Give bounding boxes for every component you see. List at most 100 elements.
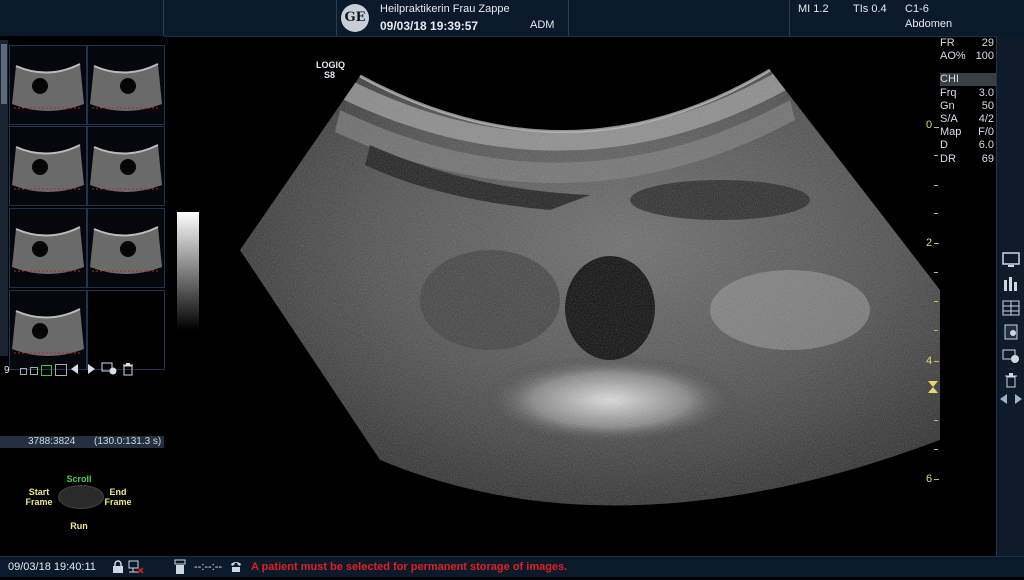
depth-scale: 0 2 4 6: [926, 115, 946, 495]
depth-tick: [934, 243, 939, 244]
clipboard-thumbnail[interactable]: [87, 208, 165, 288]
param-name: Frq: [940, 86, 957, 99]
param-value: 100: [975, 50, 994, 63]
ultrasound-image[interactable]: LOGIQ S8: [170, 40, 940, 520]
worksheet-icon[interactable]: [1002, 300, 1020, 316]
depth-tick: [934, 361, 939, 362]
next-page-icon[interactable]: [88, 364, 95, 374]
clipboard-thumbnail[interactable]: [9, 126, 87, 206]
mechanical-index: MI 1.2: [798, 3, 829, 15]
clipboard-thumbnail[interactable]: [87, 45, 165, 125]
depth-tick: [934, 330, 938, 331]
ge-logo: GE: [341, 4, 369, 32]
depth-tick: [934, 272, 938, 273]
trackball-function-map: Scroll Start Frame End Frame Run: [20, 470, 150, 531]
clipboard-empty-slot: [87, 290, 165, 370]
depth-label-2: 2: [926, 237, 933, 249]
layout-2x2-button[interactable]: [30, 367, 38, 375]
depth-tick: [934, 213, 938, 214]
param-value: 29: [981, 37, 994, 49]
usb-icon[interactable]: [173, 559, 187, 575]
lock-icon[interactable]: [112, 560, 124, 573]
network-disconnected-icon[interactable]: [128, 560, 144, 574]
clipboard-thumbnail[interactable]: [87, 126, 165, 206]
image-review-icon[interactable]: [101, 362, 117, 375]
thermal-index: TIs 0.4: [853, 3, 887, 15]
timer-display: --:--:--: [194, 561, 223, 573]
probe-name: C1-6: [905, 3, 929, 15]
layout-1x1-button[interactable]: [20, 368, 27, 375]
param-value: 4/2: [978, 113, 994, 125]
param-row-chi: CHI: [940, 73, 996, 87]
depth-tick: [934, 479, 939, 480]
previous-page-icon[interactable]: [71, 364, 78, 374]
report-icon[interactable]: [1002, 276, 1020, 292]
cine-progress: 3788:3824 (130.0:131.3 s): [0, 436, 164, 448]
param-name: AO%: [940, 50, 966, 63]
param-row-frq: Frq 3.0: [940, 87, 996, 100]
operator-id: ADM: [530, 19, 555, 31]
page-navigation-arrows-icon[interactable]: [999, 392, 1023, 408]
param-value: 50: [981, 99, 994, 112]
param-row-sa: S/A 4/2: [940, 113, 996, 126]
system-label-line2: S8: [324, 70, 336, 80]
trackball-right-label: End Frame: [104, 487, 132, 507]
trackball-top-label: Scroll: [66, 474, 92, 484]
top-status-bar: GE Heilpraktikerin Frau Zappe 09/03/18 1…: [0, 0, 1024, 37]
system-clock: 09/03/18 19:40:11: [8, 561, 96, 573]
param-name: CHI: [940, 73, 959, 86]
display-monitor-icon[interactable]: [1002, 252, 1020, 268]
param-row-map: Map F/0: [940, 126, 996, 139]
top-bar-empty-segment: [164, 0, 337, 36]
param-name: FR: [940, 37, 955, 49]
top-bar-left-segment: [0, 0, 164, 36]
param-row-dr: DR 69: [940, 153, 996, 166]
param-value: 6.0: [978, 139, 994, 152]
param-name: S/A: [940, 113, 958, 125]
depth-tick: [934, 185, 938, 186]
layout-4x4-button[interactable]: [55, 364, 67, 376]
depth-tick: [934, 301, 938, 302]
preset-name: Abdomen: [905, 18, 953, 30]
depth-label-4: 4: [926, 355, 933, 367]
clipboard-scrollbar[interactable]: [0, 40, 8, 356]
depth-label-6: 6: [926, 473, 933, 485]
clipboard-thumbnail[interactable]: [9, 45, 87, 125]
param-row-gn: Gn 50: [940, 100, 996, 113]
depth-tick: [934, 127, 939, 128]
focus-marker-lower-icon[interactable]: [928, 387, 938, 393]
clipboard-controls: 9: [0, 362, 164, 380]
clipboard-thumbnail[interactable]: [9, 208, 87, 288]
trackball-left-label: Start Frame: [25, 487, 53, 507]
top-bar-middle-segment: [568, 0, 790, 36]
clipboard-thumbnail[interactable]: [9, 290, 87, 370]
clipboard-scroll-thumb[interactable]: [1, 44, 7, 104]
patient-name[interactable]: Heilpraktikerin Frau Zappe: [380, 3, 510, 15]
cine-time-range: (130.0:131.3 s): [94, 436, 162, 447]
param-value: F/0: [978, 126, 994, 139]
param-value: 69: [981, 152, 994, 165]
system-label-line1: LOGIQ: [316, 60, 345, 70]
param-value: 3.0: [978, 86, 994, 99]
depth-tick: [934, 420, 938, 421]
recycle-bin-icon[interactable]: [1002, 372, 1020, 388]
status-message: A patient must be selected for permanent…: [251, 561, 568, 573]
param-name: DR: [940, 152, 956, 165]
image-review-icon[interactable]: [1002, 348, 1020, 364]
param-name: Gn: [940, 99, 955, 112]
depth-tick: [934, 155, 938, 156]
exam-datetime: 09/03/18 19:39:57: [380, 19, 479, 33]
phone-icon[interactable]: [229, 560, 243, 573]
layout-3x3-button[interactable]: [41, 365, 52, 376]
patient-info-icon[interactable]: [1002, 324, 1020, 340]
param-row-fr: FR 29: [940, 37, 996, 50]
param-row-d: D 6.0: [940, 139, 996, 152]
param-name: Map: [940, 126, 962, 139]
depth-tick: [934, 449, 938, 450]
bottom-status-bar: 09/03/18 19:40:11 --:--:-- A patient mus…: [0, 556, 1024, 577]
depth-label-0: 0: [926, 119, 933, 131]
trackball-bottom-label: Run: [70, 521, 88, 531]
delete-image-icon[interactable]: [121, 362, 135, 376]
cine-frame-range: 3788:3824: [28, 436, 76, 447]
image-count: 9: [4, 365, 10, 376]
